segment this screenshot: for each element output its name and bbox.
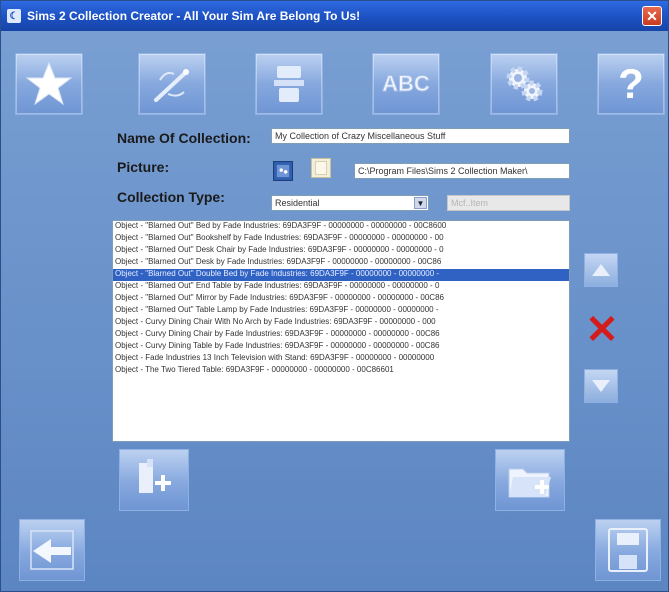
collection-type-dropdown[interactable]: Residential ▼ <box>271 195 429 211</box>
abc-icon: ABC <box>382 71 431 97</box>
list-item[interactable]: Object - "Blarned Out" Desk Chair by Fad… <box>113 245 569 257</box>
list-item[interactable]: Object - "Blarned Out" Double Bed by Fad… <box>113 269 569 281</box>
red-x-icon: ✕ <box>585 308 619 352</box>
move-up-button[interactable] <box>584 253 618 287</box>
magic-wand-button[interactable] <box>138 53 206 115</box>
arrow-down-icon <box>592 380 610 392</box>
list-item[interactable]: Object - The Two Tiered Table: 69DA3F9F … <box>113 365 569 377</box>
help-icon: ? <box>618 60 644 107</box>
app-window: ☾ Sims 2 Collection Creator - All Your S… <box>0 0 669 592</box>
collection-type-label: Collection Type: <box>117 189 225 205</box>
object-button[interactable] <box>255 53 323 115</box>
arrow-up-icon <box>592 264 610 276</box>
save-icon <box>608 528 648 572</box>
picture-icon <box>276 164 290 178</box>
list-item[interactable]: Object - Curvy Dining Chair With No Arch… <box>113 317 569 329</box>
list-item[interactable]: Object - Curvy Dining Table by Fade Indu… <box>113 341 569 353</box>
list-item[interactable]: Object - Fade Industries 13 Inch Televis… <box>113 353 569 365</box>
list-item[interactable]: Object - "Blarned Out" Mirror by Fade In… <box>113 293 569 305</box>
list-item[interactable]: Object - "Blarned Out" Table Lamp by Fad… <box>113 305 569 317</box>
blank-page-icon <box>315 161 327 175</box>
browse-picture-button[interactable] <box>273 161 293 181</box>
move-down-button[interactable] <box>584 369 618 403</box>
collection-type-value: Residential <box>275 198 320 208</box>
save-button[interactable] <box>595 519 661 581</box>
star-icon <box>25 61 73 106</box>
add-object-icon <box>139 459 171 493</box>
window-title: Sims 2 Collection Creator - All Your Sim… <box>27 9 361 23</box>
disabled-field: Mcf..Item <box>447 195 570 211</box>
help-button[interactable]: ? <box>597 53 665 115</box>
list-item[interactable]: Object - "Blarned Out" Bookshelf by Fade… <box>113 233 569 245</box>
magic-wand-icon <box>154 69 189 102</box>
picture-path-field[interactable]: C:\Program Files\Sims 2 Collection Maker… <box>354 163 570 179</box>
clear-picture-button[interactable] <box>311 158 331 178</box>
add-folder-button[interactable] <box>495 449 565 511</box>
add-object-button[interactable] <box>119 449 189 511</box>
collection-name-field[interactable]: My Collection of Crazy Miscellaneous Stu… <box>271 128 570 144</box>
arrow-back-icon <box>30 530 74 570</box>
close-button[interactable]: ✕ <box>642 6 662 26</box>
gears-icon <box>506 66 543 102</box>
abc-text-button[interactable]: ABC <box>372 53 440 115</box>
list-item[interactable]: Object - "Blarned Out" Bed by Fade Indus… <box>113 221 569 233</box>
settings-button[interactable] <box>490 53 558 115</box>
chevron-down-icon: ▼ <box>414 197 427 209</box>
picture-label: Picture: <box>117 159 170 175</box>
name-label: Name Of Collection: <box>117 130 251 146</box>
list-item[interactable]: Object - "Blarned Out" Desk by Fade Indu… <box>113 257 569 269</box>
object-icon <box>274 66 304 102</box>
object-list[interactable]: Object - "Blarned Out" Bed by Fade Indus… <box>112 220 570 442</box>
back-button[interactable] <box>19 519 85 581</box>
add-folder-icon <box>508 468 551 498</box>
delete-button[interactable]: ✕ <box>585 308 619 352</box>
list-item[interactable]: Object - Curvy Dining Chair by Fade Indu… <box>113 329 569 341</box>
app-icon: ☾ <box>7 9 21 23</box>
list-item[interactable]: Object - "Blarned Out" End Table by Fade… <box>113 281 569 293</box>
title-bar: ☾ Sims 2 Collection Creator - All Your S… <box>1 1 668 31</box>
new-collection-button[interactable] <box>15 53 83 115</box>
